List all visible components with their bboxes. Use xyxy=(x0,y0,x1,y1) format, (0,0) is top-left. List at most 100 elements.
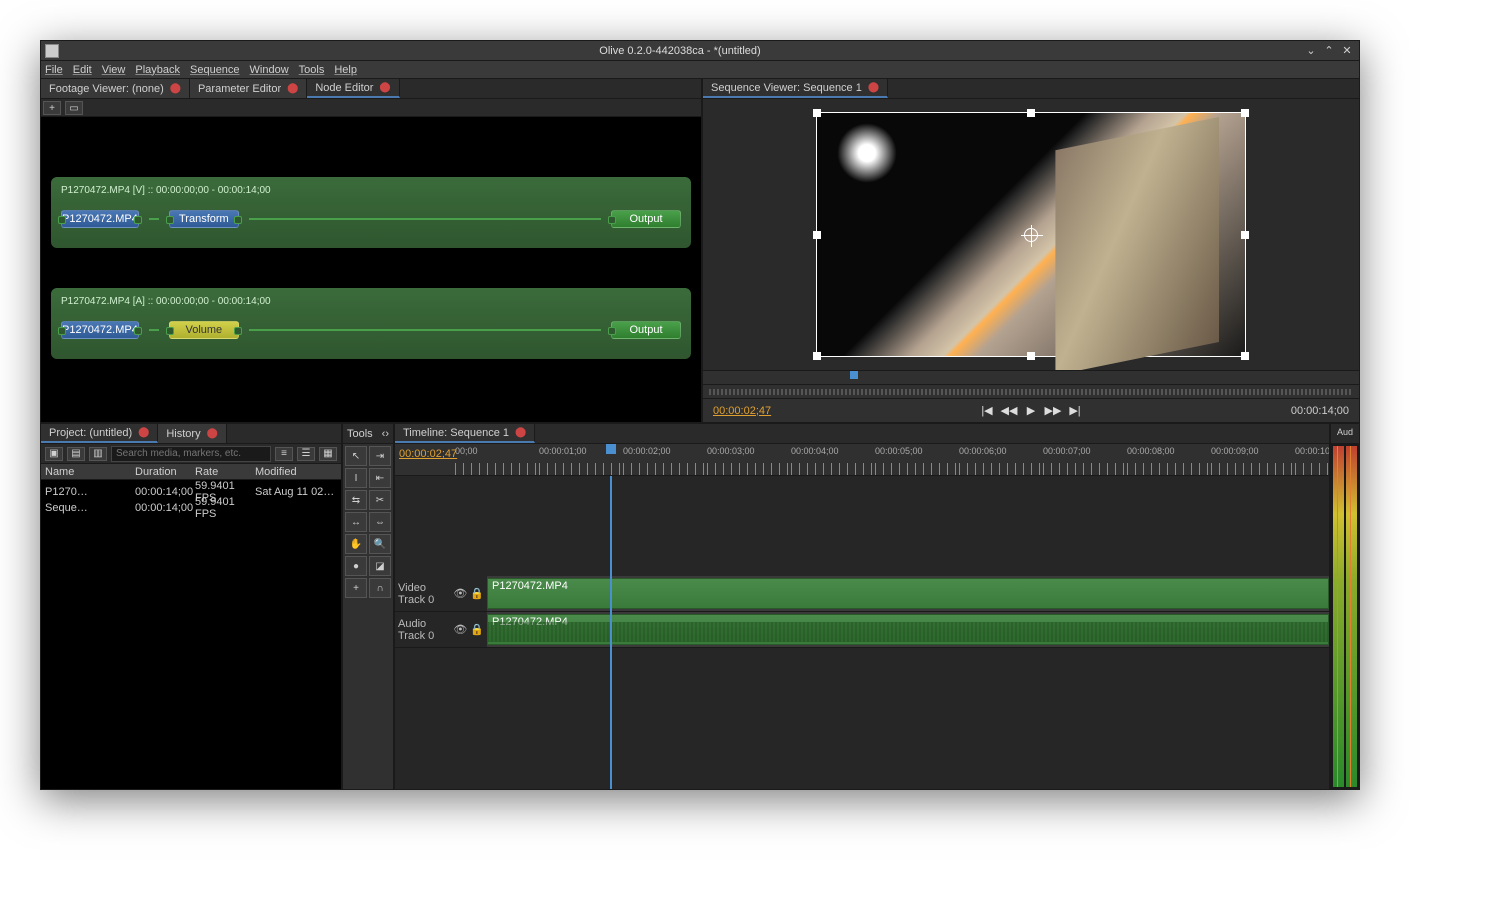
zoom-tool[interactable]: 🔍 xyxy=(369,534,391,554)
rewind-button[interactable]: ◀◀ xyxy=(999,403,1019,419)
audio-meter-title: Aud xyxy=(1331,424,1359,444)
col-name[interactable]: Name xyxy=(45,466,135,478)
menu-edit[interactable]: Edit xyxy=(73,64,92,76)
hand-tool[interactable]: ✋ xyxy=(345,534,367,554)
close-icon[interactable]: ⬤ xyxy=(170,83,181,94)
project-row[interactable]: P1270… 00:00:14;00 59.9401 FPS Sat Aug 1… xyxy=(41,480,341,496)
close-window-button[interactable]: ✕ xyxy=(1339,44,1355,58)
timeline-ruler[interactable]: 00:00:02;47 00;0000:00:01;0000:00:02;000… xyxy=(395,444,1329,476)
close-icon[interactable]: ⬤ xyxy=(287,83,298,94)
close-icon[interactable]: ⬤ xyxy=(868,82,879,93)
search-input[interactable] xyxy=(111,446,271,462)
current-timecode[interactable]: 00:00:02;47 xyxy=(713,405,771,417)
close-icon[interactable]: ⬤ xyxy=(207,428,218,439)
transform-handle[interactable] xyxy=(813,231,821,239)
graph-view-button[interactable]: ▭ xyxy=(65,101,83,115)
viewer-scrubber[interactable] xyxy=(703,384,1359,398)
col-modified[interactable]: Modified xyxy=(255,466,337,478)
new-folder-button[interactable]: ▣ xyxy=(45,447,63,461)
detail-view-button[interactable]: ☰ xyxy=(297,447,315,461)
play-button[interactable]: ▶ xyxy=(1021,403,1041,419)
add-node-button[interactable]: + xyxy=(43,101,61,115)
node-output-video[interactable]: Output xyxy=(611,210,681,228)
tab-history[interactable]: History⬤ xyxy=(158,424,226,443)
audio-track-header[interactable]: Audio Track 0👁🔒 xyxy=(395,612,487,647)
snapping-button[interactable]: ∩ xyxy=(369,578,391,598)
close-icon[interactable]: ⬤ xyxy=(138,427,149,438)
eye-icon[interactable]: 👁 xyxy=(453,623,467,636)
tab-sequence-viewer[interactable]: Sequence Viewer: Sequence 1⬤ xyxy=(703,79,888,98)
ripple-tool[interactable]: ⇤ xyxy=(369,468,391,488)
audio-meter-left xyxy=(1333,446,1344,787)
menu-sequence[interactable]: Sequence xyxy=(190,64,240,76)
transform-handle[interactable] xyxy=(813,109,821,117)
tab-project[interactable]: Project: (untitled)⬤ xyxy=(41,424,158,443)
timeline-area[interactable]: 00:00:02;47 00;0000:00:01;0000:00:02;000… xyxy=(395,444,1329,789)
fast-forward-button[interactable]: ▶▶ xyxy=(1043,403,1063,419)
menu-help[interactable]: Help xyxy=(334,64,357,76)
razor-tool[interactable]: ✂ xyxy=(369,490,391,510)
slide-tool[interactable]: ⇔ xyxy=(369,512,391,532)
edit-tool[interactable]: I xyxy=(345,468,367,488)
slip-tool[interactable]: ↔ xyxy=(345,512,367,532)
tools-panel: Tools‹› ↖ ⇥ I ⇤ ⇆ ✂ ↔ ⇔ ✋ 🔍 ● ◪ + ∩ xyxy=(343,424,393,789)
go-to-start-button[interactable]: |◀ xyxy=(977,403,997,419)
menu-window[interactable]: Window xyxy=(250,64,289,76)
node-media-audio[interactable]: P1270472.MP4 xyxy=(61,321,139,339)
transform-handle[interactable] xyxy=(1241,231,1249,239)
node-transform[interactable]: Transform xyxy=(169,210,239,228)
new-item-button[interactable]: ▤ xyxy=(67,447,85,461)
tab-parameter-editor[interactable]: Parameter Editor⬤ xyxy=(190,79,307,98)
tab-footage-viewer[interactable]: Footage Viewer: (none)⬤ xyxy=(41,79,190,98)
menu-file[interactable]: File xyxy=(45,64,63,76)
timeline-current-time[interactable]: 00:00:02;47 xyxy=(399,448,457,460)
project-list[interactable]: P1270… 00:00:14;00 59.9401 FPS Sat Aug 1… xyxy=(41,480,341,789)
node-group-video[interactable]: P1270472.MP4 [V] :: 00:00:00;00 - 00:00:… xyxy=(51,177,691,248)
chevron-icon[interactable]: ‹› xyxy=(382,428,389,440)
record-tool[interactable]: ● xyxy=(345,556,367,576)
viewer-canvas[interactable] xyxy=(703,99,1359,370)
node-volume[interactable]: Volume xyxy=(169,321,239,339)
grid-view-button[interactable]: ▦ xyxy=(319,447,337,461)
transform-handle[interactable] xyxy=(1027,109,1035,117)
close-icon[interactable]: ⬤ xyxy=(379,82,390,93)
col-duration[interactable]: Duration xyxy=(135,466,195,478)
menu-tools[interactable]: Tools xyxy=(299,64,325,76)
tab-node-editor[interactable]: Node Editor⬤ xyxy=(307,79,399,98)
track-select-tool[interactable]: ⇥ xyxy=(369,446,391,466)
maximize-button[interactable]: ⌃ xyxy=(1321,44,1337,58)
col-rate[interactable]: Rate xyxy=(195,466,255,478)
rolling-tool[interactable]: ⇆ xyxy=(345,490,367,510)
video-clip[interactable]: P1270472.MP4 xyxy=(487,578,1329,609)
tab-timeline[interactable]: Timeline: Sequence 1⬤ xyxy=(395,424,535,443)
pointer-tool[interactable]: ↖ xyxy=(345,446,367,466)
close-icon[interactable]: ⬤ xyxy=(515,427,526,438)
lock-icon[interactable]: 🔒 xyxy=(470,623,484,636)
node-group-audio[interactable]: P1270472.MP4 [A] :: 00:00:00;00 - 00:00:… xyxy=(51,288,691,359)
viewer-ruler[interactable] xyxy=(703,370,1359,384)
add-tool[interactable]: + xyxy=(345,578,367,598)
transform-handle[interactable] xyxy=(1241,352,1249,360)
preview-image[interactable] xyxy=(816,112,1246,357)
menu-playback[interactable]: Playback xyxy=(135,64,180,76)
project-row[interactable]: Seque… 00:00:14;00 59.9401 FPS xyxy=(41,496,341,512)
lock-icon[interactable]: 🔒 xyxy=(470,587,484,600)
menu-view[interactable]: View xyxy=(102,64,126,76)
timeline-tick: 00:00:04;00 xyxy=(791,444,875,475)
open-button[interactable]: ▥ xyxy=(89,447,107,461)
list-view-button[interactable]: ≡ xyxy=(275,447,293,461)
go-to-end-button[interactable]: ▶| xyxy=(1065,403,1085,419)
node-output-audio[interactable]: Output xyxy=(611,321,681,339)
timeline-playhead[interactable] xyxy=(610,476,612,789)
node-graph[interactable]: P1270472.MP4 [V] :: 00:00:00;00 - 00:00:… xyxy=(41,117,701,422)
video-track-header[interactable]: Video Track 0👁🔒 xyxy=(395,576,487,611)
transition-tool[interactable]: ◪ xyxy=(369,556,391,576)
eye-icon[interactable]: 👁 xyxy=(453,587,467,600)
transform-handle[interactable] xyxy=(1027,352,1035,360)
viewer-playhead[interactable] xyxy=(850,371,858,379)
minimize-button[interactable]: ⌄ xyxy=(1303,44,1319,58)
transform-handle[interactable] xyxy=(1241,109,1249,117)
audio-clip[interactable]: P1270472.MP4 xyxy=(487,614,1329,645)
node-media-video[interactable]: P1270472.MP4 xyxy=(61,210,139,228)
transform-handle[interactable] xyxy=(813,352,821,360)
